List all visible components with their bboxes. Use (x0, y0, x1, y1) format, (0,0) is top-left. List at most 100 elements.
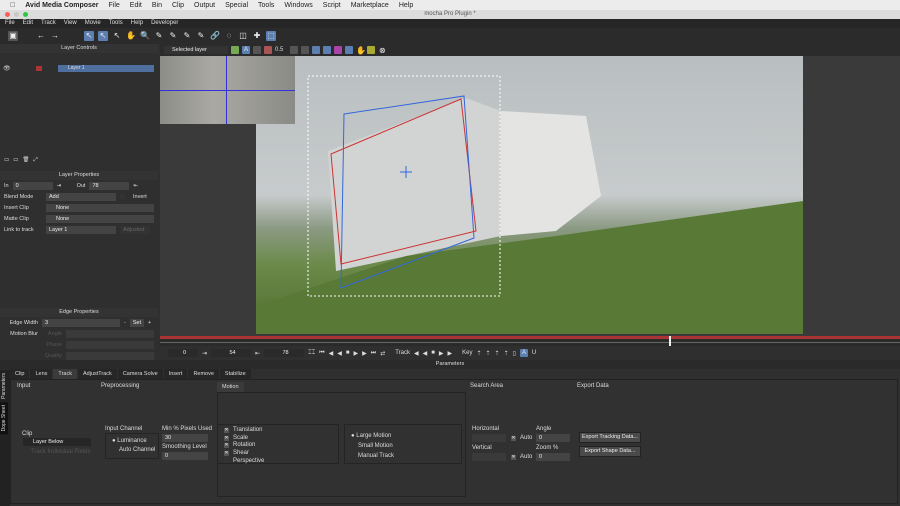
zoom-field[interactable]: 0 (536, 453, 570, 461)
menu-view[interactable]: View (64, 19, 77, 28)
horizontal-auto-checkbox[interactable]: ✕ Auto (511, 435, 532, 441)
menu-file[interactable]: File (5, 19, 15, 28)
layer-row[interactable]: Layer 1 (58, 65, 154, 72)
tab-lens[interactable]: Lens (30, 369, 53, 379)
tab-insert[interactable]: Insert (163, 369, 188, 379)
link-track-select[interactable]: Layer 1 (46, 225, 116, 234)
checkbox-scale[interactable]: ✕ Scale (224, 435, 338, 443)
select-tool-icon[interactable]: ↖ (84, 31, 94, 41)
os-menu-edit[interactable]: Edit (130, 2, 142, 9)
clip-select[interactable]: Layer Below (23, 438, 91, 446)
phase-field[interactable] (66, 340, 154, 349)
save-icon[interactable]: ▣ (8, 31, 18, 41)
track-stop-icon[interactable]: ■ (431, 350, 435, 356)
video-frame[interactable] (256, 56, 803, 334)
go-end-icon[interactable]: ⏭ (371, 350, 376, 357)
new-layer-icon[interactable]: ▭ (4, 157, 9, 163)
play-backward-icon[interactable]: ◀ (337, 350, 342, 357)
tab-remove[interactable]: Remove (188, 369, 219, 379)
playhead[interactable] (669, 336, 672, 346)
menu-developer[interactable]: Developer (151, 19, 178, 28)
add-key-icon[interactable]: ⇡ (486, 350, 491, 357)
play-range-icon[interactable]: ⌶⌶ (308, 350, 315, 357)
track-individual-fields-checkbox[interactable]: Track Individual Fields (31, 449, 90, 455)
radio-luminance[interactable]: ● Luminance (106, 434, 158, 444)
current-frame-field[interactable]: 54 (211, 349, 252, 357)
os-menu-file[interactable]: File (109, 2, 120, 9)
monitor-icon[interactable] (290, 46, 299, 54)
side-tab-parameters[interactable]: Parameters (0, 370, 8, 402)
set-out-icon[interactable]: ⇤ (133, 183, 138, 189)
invert-checkbox[interactable] (120, 194, 125, 199)
side-tab-dope-sheet[interactable]: Dope Sheet (0, 401, 8, 435)
undo-icon[interactable]: ← (36, 31, 46, 41)
matte-clip-select[interactable]: None (46, 214, 154, 223)
tab-camera-solve[interactable]: Camera Solve (117, 369, 163, 379)
color-icon[interactable] (334, 46, 343, 54)
visibility-icon[interactable]: 👁 (3, 65, 11, 72)
min-pixels-field[interactable]: 30 (162, 434, 208, 442)
loop-icon[interactable]: ⇄ (380, 350, 385, 357)
layer-display-select[interactable]: Selected layer (164, 46, 228, 54)
next-key-icon[interactable]: ⇡ (504, 350, 509, 357)
app-name[interactable]: Avid Media Composer (25, 2, 98, 9)
bezier-tool-icon[interactable]: ✎ (182, 31, 192, 41)
layer-color-swatch[interactable] (36, 66, 42, 71)
edge-minus-button[interactable]: - (124, 320, 126, 326)
move-tool-icon[interactable]: ✚ (252, 31, 262, 41)
prev-key-icon[interactable]: ⇡ (476, 350, 481, 357)
overlay-icon[interactable] (253, 46, 261, 54)
link-icon[interactable]: 🔗 (210, 31, 220, 41)
end-frame-field[interactable]: 78 (264, 349, 305, 357)
set-in-icon[interactable]: ⇥ (57, 183, 73, 189)
surface-select-icon[interactable]: ⬚ (266, 31, 276, 41)
radio-small-motion[interactable]: Small Motion (351, 441, 461, 451)
os-menu-marketplace[interactable]: Marketplace (351, 2, 389, 9)
start-frame-field[interactable]: 0 (168, 349, 198, 357)
angle-field[interactable] (66, 329, 154, 338)
select-point-tool-icon[interactable]: ↖ (98, 31, 108, 41)
os-menu-bin[interactable]: Bin (152, 2, 162, 9)
close-button[interactable] (5, 12, 10, 17)
out-field[interactable]: 78 (89, 181, 130, 190)
add-bezier-tool-icon[interactable]: ✎ (196, 31, 206, 41)
os-menu-special[interactable]: Special (225, 2, 248, 9)
stop-icon[interactable]: ■ (346, 350, 350, 356)
lasso-icon[interactable]: ◌ (224, 31, 234, 41)
horizontal-field[interactable] (472, 434, 506, 442)
os-menu-help[interactable]: Help (399, 2, 413, 9)
zoom-tool-icon[interactable]: 🔍 (140, 31, 150, 41)
track-forward-icon[interactable]: ▶ (448, 350, 453, 357)
quality-field[interactable] (66, 351, 154, 360)
key-extra-icon[interactable]: U (532, 350, 536, 356)
rgb-icon[interactable] (231, 46, 239, 54)
smoothing-field[interactable]: 0 (162, 452, 208, 460)
add-xspline-tool-icon[interactable]: ✎ (168, 31, 178, 41)
expand-icon[interactable]: ⤢ (33, 157, 37, 164)
insert-clip-select[interactable]: None (46, 203, 154, 212)
zoom-button[interactable] (23, 12, 28, 17)
track-step-back-icon[interactable]: ◀ (423, 350, 428, 357)
layer-view-icon[interactable] (345, 46, 354, 54)
set-in-point-icon[interactable]: ⇥ (202, 350, 207, 357)
checkbox-shear[interactable]: ✕ Shear (224, 450, 338, 458)
cancel-icon[interactable]: ⊗ (378, 46, 386, 55)
surface-tool-icon[interactable]: ◫ (238, 31, 248, 41)
apple-icon[interactable]:  (10, 2, 15, 9)
export-shape-data-button[interactable]: Export Shape Data... (579, 446, 641, 457)
menu-movie[interactable]: Movie (85, 19, 101, 28)
fit-icon[interactable] (301, 46, 310, 54)
alpha-icon[interactable]: A (242, 46, 250, 54)
tab-stabilize[interactable]: Stabilize (219, 369, 251, 379)
menu-track[interactable]: Track (41, 19, 56, 28)
set-button[interactable]: Set (129, 318, 144, 327)
tab-adjusttrack[interactable]: AdjustTrack (77, 369, 117, 379)
os-menu-tools[interactable]: Tools (258, 2, 274, 9)
export-tracking-data-button[interactable]: Export Tracking Data... (579, 432, 641, 443)
xspline-tool-icon[interactable]: ✎ (154, 31, 164, 41)
in-field[interactable]: 0 (12, 181, 53, 190)
adjusted-button[interactable]: Adjusted (120, 225, 150, 234)
hand-tool-icon[interactable]: ✋ (126, 31, 136, 41)
minimize-button[interactable] (14, 12, 19, 17)
surface-view-icon[interactable] (323, 46, 332, 54)
